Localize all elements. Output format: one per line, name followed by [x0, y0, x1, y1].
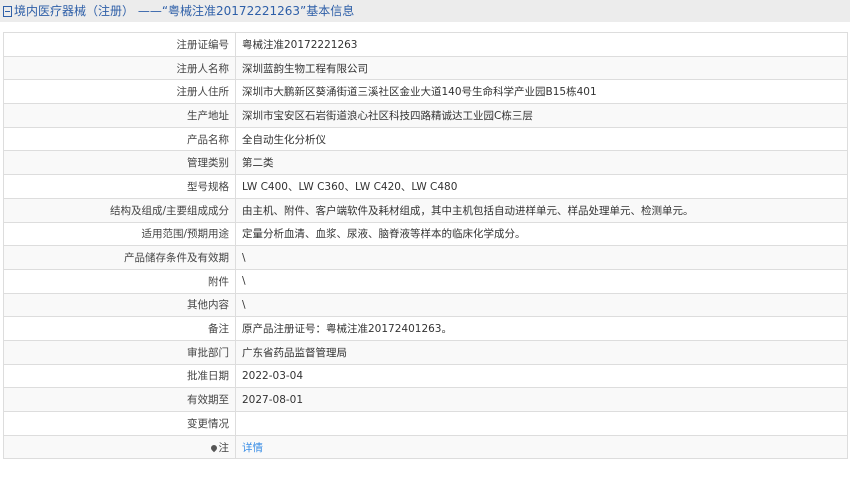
note-label: 注 — [218, 441, 230, 454]
field-label: 结构及组成/主要组成成分 — [3, 197, 236, 223]
table-row: 注册人名称 深圳蓝韵生物工程有限公司 — [3, 55, 848, 81]
field-label: 附件 — [3, 268, 236, 294]
table-row: 附件 \ — [3, 268, 848, 294]
field-label: 管理类别 — [3, 150, 236, 176]
field-value: \ — [235, 245, 848, 270]
table-row: 管理类别 第二类 — [3, 150, 848, 176]
page-title: 境内医疗器械（注册） ——“粤械注准20172221263”基本信息 — [14, 4, 355, 18]
field-value: 2027-08-01 — [235, 387, 848, 412]
field-label: 审批部门 — [3, 339, 236, 365]
field-label: 型号规格 — [3, 174, 236, 199]
note-row: 注详情 — [3, 434, 848, 460]
note-label-cell: 注 — [3, 434, 236, 460]
table-row: 生产地址 深圳市宝安区石岩街道浪心社区科技四路精诚达工业园C栋三层 — [3, 103, 848, 128]
pin-icon — [209, 443, 218, 452]
field-value: 深圳蓝韵生物工程有限公司 — [235, 55, 848, 81]
field-value: \ — [235, 268, 848, 294]
field-value: 深圳市宝安区石岩街道浪心社区科技四路精诚达工业园C栋三层 — [235, 103, 848, 128]
details-link[interactable]: 详情 — [242, 442, 263, 454]
table-row: 适用范围/预期用途 定量分析血清、血浆、尿液、脑脊液等样本的临床化学成分。 — [3, 221, 848, 247]
field-value: 2022-03-04 — [235, 363, 848, 389]
table-row: 结构及组成/主要组成成分 由主机、附件、客户端软件及耗材组成，其中主机包括自动进样… — [3, 197, 848, 223]
field-label: 注册人名称 — [3, 55, 236, 81]
field-value: 原产品注册证号：粤械注准20172401263。 — [235, 316, 848, 341]
field-label: 产品储存条件及有效期 — [3, 245, 236, 270]
field-value: 全自动生化分析仪 — [235, 126, 848, 152]
field-label: 注册人住所 — [3, 79, 236, 105]
table-row: 备注 原产品注册证号：粤械注准20172401263。 — [3, 316, 848, 341]
field-label: 批准日期 — [3, 363, 236, 389]
table-row: 批准日期 2022-03-04 — [3, 363, 848, 389]
table-row: 注册人住所 深圳市大鹏新区葵涌街道三溪社区金业大道140号生命科学产业园B15栋4… — [3, 79, 848, 105]
field-label: 有效期至 — [3, 387, 236, 412]
field-label: 其他内容 — [3, 292, 236, 318]
field-value: 定量分析血清、血浆、尿液、脑脊液等样本的临床化学成分。 — [235, 221, 848, 247]
table-row: 型号规格 LW C400、LW C360、LW C420、LW C480 — [3, 174, 848, 199]
field-value: 粤械注准20172221263 — [235, 32, 848, 57]
field-label: 注册证编号 — [3, 32, 236, 57]
field-value: 由主机、附件、客户端软件及耗材组成，其中主机包括自动进样单元、样品处理单元、检测… — [235, 197, 848, 223]
info-table: 注册证编号 粤械注准20172221263 注册人名称 深圳蓝韵生物工程有限公司 注册人… — [3, 32, 848, 460]
field-label: 生产地址 — [3, 103, 236, 128]
table-row: 变更情况 — [3, 411, 848, 436]
table-row: 有效期至 2027-08-01 — [3, 387, 848, 412]
field-label: 适用范围/预期用途 — [3, 221, 236, 247]
table-row: 产品名称 全自动生化分析仪 — [3, 126, 848, 152]
field-label: 变更情况 — [3, 411, 236, 436]
field-value — [235, 411, 848, 436]
note-value: 详情 — [235, 434, 848, 460]
field-label: 产品名称 — [3, 126, 236, 152]
field-value: 深圳市大鹏新区葵涌街道三溪社区金业大道140号生命科学产业园B15栋401 — [235, 79, 848, 105]
page-header: 境内医疗器械（注册） ——“粤械注准20172221263”基本信息 — [0, 0, 850, 22]
field-value: 广东省药品监督管理局 — [235, 339, 848, 365]
field-label: 备注 — [3, 316, 236, 341]
table-row: 产品储存条件及有效期 \ — [3, 245, 848, 270]
field-value: 第二类 — [235, 150, 848, 176]
document-icon — [3, 5, 12, 17]
table-row: 注册证编号 粤械注准20172221263 — [3, 32, 848, 57]
field-value: \ — [235, 292, 848, 318]
table-row: 审批部门 广东省药品监督管理局 — [3, 339, 848, 365]
field-value: LW C400、LW C360、LW C420、LW C480 — [235, 174, 848, 199]
table-row: 其他内容 \ — [3, 292, 848, 318]
